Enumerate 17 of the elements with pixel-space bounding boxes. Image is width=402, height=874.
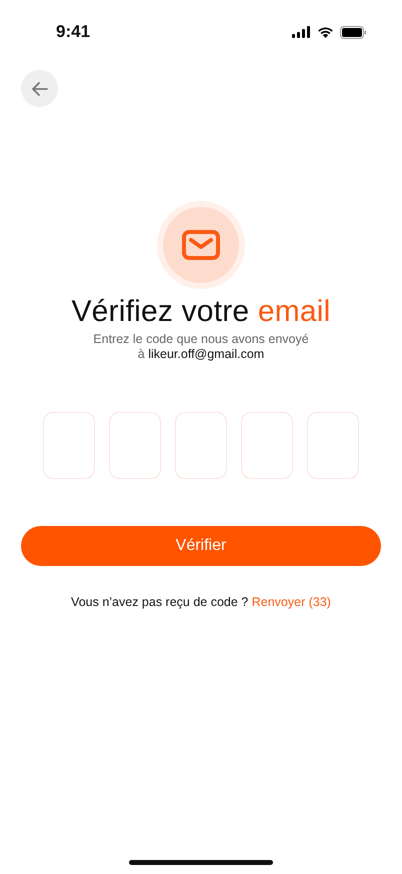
verify-button[interactable]: Vérifier [21, 526, 381, 566]
email-text: à likeur.off@gmail.com [138, 347, 264, 361]
instruction-text: Entrez le code que nous avons envoyé [93, 332, 309, 346]
signal-icon [292, 26, 311, 38]
wifi-icon [317, 26, 334, 38]
code-input-field[interactable] [241, 412, 293, 479]
status-time: 9:41 [56, 22, 90, 42]
back-button[interactable] [21, 70, 58, 107]
code-input-field[interactable] [175, 412, 227, 479]
page-title: Vérifiez votre email [71, 295, 331, 329]
battery-icon [340, 26, 367, 38]
code-input-field[interactable] [43, 412, 95, 479]
code-input-field[interactable] [109, 412, 161, 479]
code-input-field[interactable] [307, 412, 359, 479]
resend-link[interactable]: Renvoyer (33) [252, 595, 331, 609]
back-arrow-icon [30, 80, 48, 96]
resend-text: Vous n’avez pas reçu de code ? Renvoyer (33) [70, 595, 332, 609]
